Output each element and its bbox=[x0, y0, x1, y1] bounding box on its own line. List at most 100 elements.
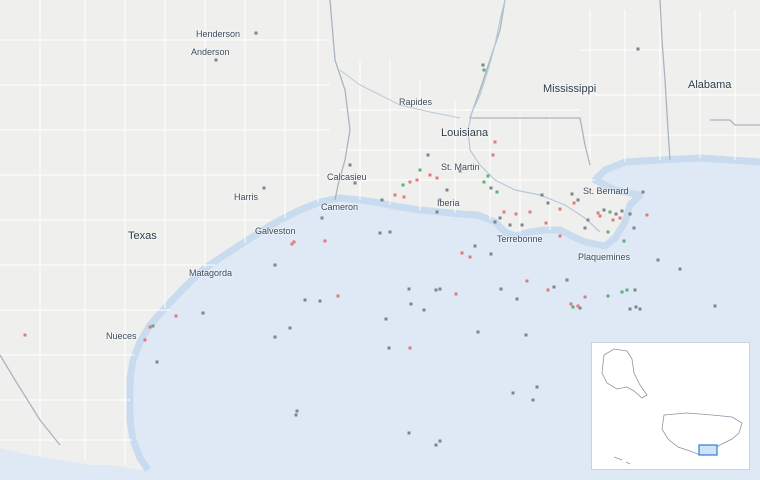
gray-square-marker[interactable] bbox=[384, 317, 388, 321]
red-square-marker[interactable] bbox=[174, 314, 178, 318]
red-square-marker[interactable] bbox=[493, 140, 497, 144]
gray-square-marker[interactable] bbox=[535, 385, 539, 389]
gray-square-marker[interactable] bbox=[409, 302, 413, 306]
gray-square-marker[interactable] bbox=[628, 307, 632, 311]
red-square-marker[interactable] bbox=[402, 195, 406, 199]
gray-square-marker[interactable] bbox=[524, 333, 528, 337]
green-square-marker[interactable] bbox=[606, 230, 610, 234]
red-square-marker[interactable] bbox=[292, 240, 296, 244]
green-square-marker[interactable] bbox=[608, 210, 612, 214]
red-square-marker[interactable] bbox=[558, 207, 562, 211]
gray-square-marker[interactable] bbox=[273, 263, 277, 267]
gray-square-marker[interactable] bbox=[638, 307, 642, 311]
red-square-marker[interactable] bbox=[408, 180, 412, 184]
gray-square-marker[interactable] bbox=[445, 188, 449, 192]
gray-square-marker[interactable] bbox=[473, 244, 477, 248]
red-square-marker[interactable] bbox=[544, 221, 548, 225]
gray-square-marker[interactable] bbox=[499, 287, 503, 291]
red-square-marker[interactable] bbox=[323, 239, 327, 243]
red-square-marker[interactable] bbox=[596, 211, 600, 215]
gray-square-marker[interactable] bbox=[656, 258, 660, 262]
gray-square-marker[interactable] bbox=[294, 413, 298, 417]
gray-square-marker[interactable] bbox=[489, 186, 493, 190]
gray-square-marker[interactable] bbox=[273, 335, 277, 339]
gray-square-marker[interactable] bbox=[634, 305, 638, 309]
gray-square-marker[interactable] bbox=[552, 285, 556, 289]
gray-square-marker[interactable] bbox=[434, 443, 438, 447]
gray-square-marker[interactable] bbox=[583, 226, 587, 230]
gray-square-marker[interactable] bbox=[262, 186, 266, 190]
gray-square-marker[interactable] bbox=[602, 208, 606, 212]
gray-square-marker[interactable] bbox=[641, 190, 645, 194]
gray-square-marker[interactable] bbox=[628, 212, 632, 216]
gray-square-marker[interactable] bbox=[387, 346, 391, 350]
red-square-marker[interactable] bbox=[514, 212, 518, 216]
gray-square-marker[interactable] bbox=[201, 311, 205, 315]
green-square-marker[interactable] bbox=[495, 190, 499, 194]
gray-square-marker[interactable] bbox=[540, 193, 544, 197]
gray-square-marker[interactable] bbox=[438, 287, 442, 291]
gray-square-marker[interactable] bbox=[320, 216, 324, 220]
gray-square-marker[interactable] bbox=[435, 210, 439, 214]
gray-square-marker[interactable] bbox=[520, 223, 524, 227]
red-square-marker[interactable] bbox=[502, 210, 506, 214]
red-square-marker[interactable] bbox=[528, 210, 532, 214]
gray-square-marker[interactable] bbox=[318, 299, 322, 303]
red-square-marker[interactable] bbox=[336, 294, 340, 298]
gray-square-marker[interactable] bbox=[434, 288, 438, 292]
gray-square-marker[interactable] bbox=[378, 231, 382, 235]
gray-square-marker[interactable] bbox=[498, 216, 502, 220]
gray-square-marker[interactable] bbox=[570, 192, 574, 196]
gray-square-marker[interactable] bbox=[303, 298, 307, 302]
red-square-marker[interactable] bbox=[618, 216, 622, 220]
gray-square-marker[interactable] bbox=[348, 163, 352, 167]
green-square-marker[interactable] bbox=[401, 183, 405, 187]
green-square-marker[interactable] bbox=[482, 180, 486, 184]
gray-square-marker[interactable] bbox=[288, 326, 292, 330]
red-square-marker[interactable] bbox=[454, 292, 458, 296]
gulf-coast-map[interactable]: Henderson Anderson Rapides St. Martin Ca… bbox=[0, 0, 760, 480]
gray-square-marker[interactable] bbox=[407, 431, 411, 435]
gray-square-marker[interactable] bbox=[493, 220, 497, 224]
green-square-marker[interactable] bbox=[486, 174, 490, 178]
gray-square-marker[interactable] bbox=[508, 223, 512, 227]
red-square-marker[interactable] bbox=[393, 193, 397, 197]
gray-square-marker[interactable] bbox=[481, 63, 485, 67]
green-square-marker[interactable] bbox=[622, 239, 626, 243]
gray-square-marker[interactable] bbox=[633, 288, 637, 292]
gray-square-marker[interactable] bbox=[388, 230, 392, 234]
gray-square-marker[interactable] bbox=[576, 198, 580, 202]
gray-square-marker[interactable] bbox=[586, 218, 590, 222]
red-square-marker[interactable] bbox=[572, 201, 576, 205]
gray-square-marker[interactable] bbox=[636, 47, 640, 51]
red-square-marker[interactable] bbox=[645, 213, 649, 217]
red-square-marker[interactable] bbox=[525, 279, 529, 283]
gray-square-marker[interactable] bbox=[380, 198, 384, 202]
red-square-marker[interactable] bbox=[408, 346, 412, 350]
red-square-marker[interactable] bbox=[428, 173, 432, 177]
gray-square-marker[interactable] bbox=[426, 153, 430, 157]
red-square-marker[interactable] bbox=[460, 251, 464, 255]
gray-square-marker[interactable] bbox=[295, 409, 299, 413]
red-square-marker[interactable] bbox=[546, 288, 550, 292]
gray-square-marker[interactable] bbox=[614, 212, 618, 216]
green-square-marker[interactable] bbox=[151, 324, 155, 328]
red-square-marker[interactable] bbox=[415, 178, 419, 182]
gray-square-marker[interactable] bbox=[214, 58, 218, 62]
gray-square-marker[interactable] bbox=[254, 31, 258, 35]
gray-square-marker[interactable] bbox=[620, 209, 624, 213]
red-square-marker[interactable] bbox=[23, 333, 27, 337]
gray-square-marker[interactable] bbox=[489, 252, 493, 256]
gray-square-marker[interactable] bbox=[407, 287, 411, 291]
red-square-marker[interactable] bbox=[598, 214, 602, 218]
red-square-marker[interactable] bbox=[468, 255, 472, 259]
green-square-marker[interactable] bbox=[482, 68, 486, 72]
red-square-marker[interactable] bbox=[611, 218, 615, 222]
gray-square-marker[interactable] bbox=[531, 398, 535, 402]
us-overview-inset[interactable] bbox=[591, 342, 750, 470]
red-square-marker[interactable] bbox=[148, 325, 152, 329]
gray-square-marker[interactable] bbox=[565, 278, 569, 282]
gray-square-marker[interactable] bbox=[422, 308, 426, 312]
gray-square-marker[interactable] bbox=[155, 360, 159, 364]
red-square-marker[interactable] bbox=[583, 295, 587, 299]
